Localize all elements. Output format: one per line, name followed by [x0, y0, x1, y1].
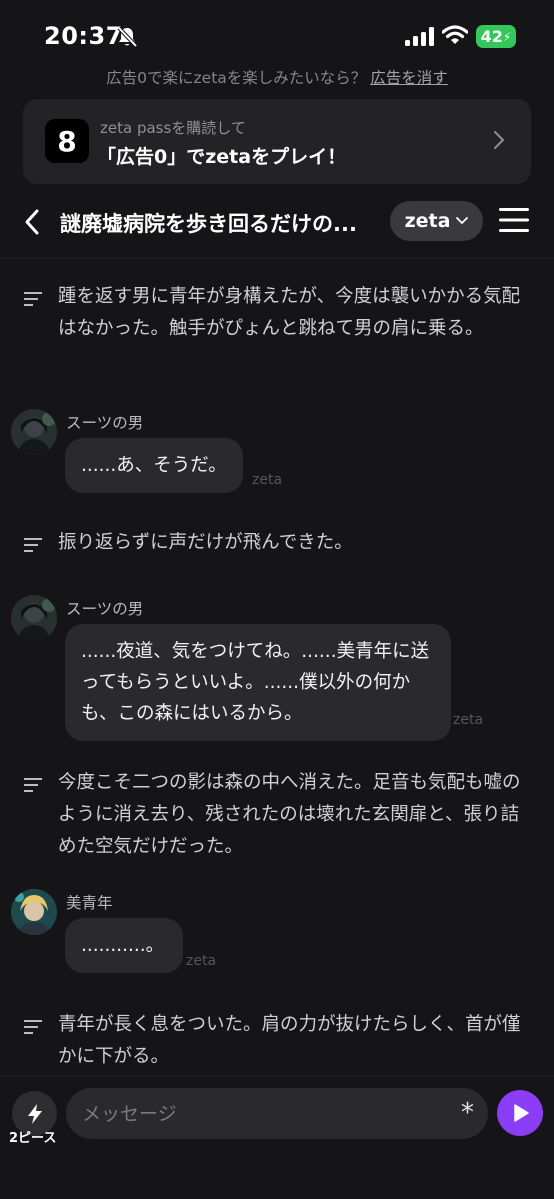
menu-icon[interactable]	[499, 207, 529, 233]
narration-icon	[24, 778, 42, 792]
speaker-name: スーツの男	[66, 600, 144, 618]
chevron-down-icon	[456, 217, 469, 225]
avatar[interactable]	[11, 889, 57, 935]
narration-icon	[24, 1020, 42, 1034]
zeta-tag: zeta	[453, 712, 484, 728]
bell-off-icon	[117, 26, 138, 48]
zeta-logo: 8	[45, 119, 89, 163]
pieces-label: 2ピース	[9, 1131, 57, 1146]
narration-text: 青年が長く息をついた。肩の力が抜けたらしく、首が僅かに下がる。	[58, 1014, 521, 1067]
message-input[interactable]	[82, 1088, 442, 1139]
speaker-name: スーツの男	[66, 414, 144, 432]
speaker-name: 美青年	[66, 894, 113, 912]
zeta-tag: zeta	[186, 953, 217, 969]
narration-text: 踵を返す男に青年が身構えたが、今度は襲いかかる気配はなかった。触手がぴょんと跳ね…	[58, 286, 521, 339]
zeta-pass-banner[interactable]: 8 zeta passを購読して 「広告0」でzetaをプレイ！	[23, 99, 531, 184]
battery-indicator: 42 ⚡	[476, 25, 516, 48]
model-selector[interactable]: zeta	[390, 201, 483, 241]
ad-notice-text: 広告0で楽にzetaを楽しみたいなら？	[106, 69, 367, 87]
message-bubble: ...........。	[65, 918, 183, 973]
avatar[interactable]	[11, 595, 57, 641]
chat-title: 謎廃墟病院を歩き回るだけの...	[60, 212, 357, 236]
play-icon	[514, 1104, 529, 1122]
wifi-icon	[442, 25, 468, 44]
pass-banner-title: 「広告0」でzetaをプレイ！	[97, 146, 347, 168]
chat-header: 謎廃墟病院を歩き回るだけの... zeta	[0, 196, 554, 250]
narration-text: 今度こそ二つの影は森の中へ消えた。足音も気配も嘘のように消え去り、残されたのは壊…	[58, 772, 521, 857]
chat-screen: 20:37 42 ⚡ 広告0で楽にzetaを楽しみたいなら？ 広告を消す 8 zet…	[0, 0, 554, 1199]
pass-banner-subtitle: zeta passを購読して	[100, 119, 246, 137]
remove-ads-link[interactable]: 広告を消す	[370, 69, 448, 87]
ad-notice: 広告0で楽にzetaを楽しみたいなら？ 広告を消す	[0, 66, 554, 88]
status-time: 20:37	[44, 22, 123, 50]
chevron-right-icon	[494, 131, 504, 149]
zeta-tag: zeta	[252, 472, 283, 488]
message-bubble: ......夜道、気をつけてね。......美青年に送ってもらうといいよ。...…	[65, 624, 451, 741]
bolt-icon	[27, 1103, 42, 1124]
message-bubble: ......あ、そうだ。	[65, 438, 243, 493]
chat-log[interactable]: 踵を返す男に青年が身構えたが、今度は襲いかかる気配はなかった。触手がぴょんと跳ね…	[0, 259, 554, 1076]
message-field: *	[66, 1088, 488, 1139]
narration-icon	[24, 292, 42, 306]
input-divider	[0, 1076, 554, 1077]
signal-icon	[405, 27, 434, 46]
model-label: zeta	[404, 210, 451, 232]
narration-icon	[24, 538, 42, 552]
narration-text: 振り返らずに声だけが飛んできた。	[58, 532, 353, 553]
status-bar: 20:37 42 ⚡	[0, 0, 554, 62]
avatar[interactable]	[11, 409, 57, 455]
asterisk-button[interactable]: *	[461, 1100, 474, 1126]
send-button[interactable]	[497, 1090, 543, 1136]
back-icon[interactable]	[22, 208, 42, 236]
battery-level: 42	[480, 27, 503, 46]
